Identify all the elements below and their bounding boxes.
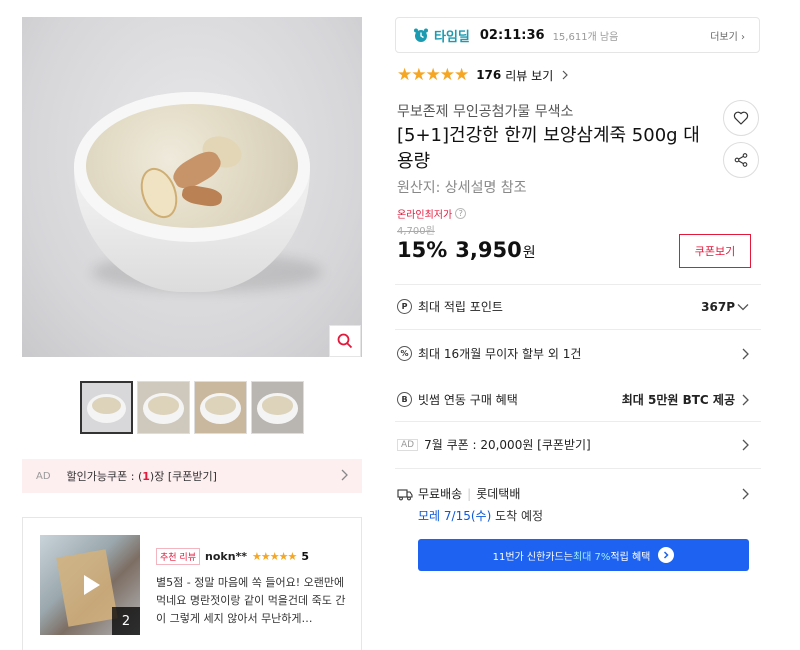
review-text: 별5점 - 정말 마음에 쏙 들어요! 오랜만에 먹네요 명란젓이랑 같이 먹을…: [156, 576, 346, 625]
lowest-price-label: 온라인최저가 ?: [397, 206, 467, 221]
bitcoin-icon: B: [397, 392, 412, 407]
lowest-price-text: 온라인최저가: [397, 210, 453, 221]
timedeal-countdown: 02:11:36: [479, 27, 545, 43]
chevron-right-icon: [562, 70, 568, 79]
share-icon: [734, 153, 748, 167]
delivery-suffix: 도착 예정: [491, 509, 544, 523]
chevron-down-icon: [737, 303, 749, 310]
btc-benefit-row[interactable]: B 빗썸 연동 구매 혜택 최대 5만원 BTC 제공: [397, 391, 757, 408]
installment-row[interactable]: % 최대 16개월 무이자 할부 외 1건: [397, 345, 757, 362]
btc-value: 최대 5만원 BTC 제공: [621, 393, 735, 407]
product-main-image[interactable]: [22, 17, 362, 357]
july-coupon-row[interactable]: AD 7월 쿠폰 : 20,000원 [쿠폰받기]: [397, 436, 757, 453]
review-username: nokn**: [204, 550, 248, 563]
product-subtitle: 무보존제 무인공첨가물 무색소: [397, 104, 574, 120]
question-icon[interactable]: ?: [455, 208, 467, 219]
chevron-right-icon: [742, 488, 749, 499]
original-price: 4,700원: [397, 226, 435, 237]
shipping-carrier: 롯데택배: [476, 487, 521, 501]
discount-rate: 15%: [397, 238, 448, 262]
separator: |: [467, 486, 472, 501]
view-coupon-button[interactable]: 쿠폰보기: [679, 234, 751, 268]
points-row[interactable]: P 최대 적립 포인트 367P: [397, 298, 757, 315]
chevron-right-icon: [742, 394, 749, 405]
thumbnail-strip: [80, 381, 304, 434]
coupon-prefix: 할인가능쿠폰 : (: [66, 470, 143, 483]
chevron-right-icon: [742, 439, 749, 450]
timedeal-label: 타임딜: [434, 29, 470, 45]
heart-icon: [733, 111, 749, 125]
chevron-right-icon: [742, 348, 749, 359]
shipping-row[interactable]: 무료배송 | 롯데택배: [397, 485, 757, 502]
arrow-circle-icon: [658, 547, 675, 563]
discount-coupon-banner[interactable]: AD 할인가능쿠폰 : (1)장 [쿠폰받기]: [22, 459, 362, 493]
review-body: 추천 리뷰 nokn** ★★★★★ 5 별5점 - 정말 마음에 쏙 들어요!…: [156, 548, 351, 628]
truck-icon: [397, 488, 413, 500]
card-banner-suffix: 적립 혜택: [610, 551, 651, 563]
rating-row: ★★★★★ 176 리뷰 보기: [397, 65, 569, 85]
card-banner-prefix: 11번가 신한카드는: [492, 551, 573, 563]
review-video-thumbnail[interactable]: 2: [40, 535, 140, 635]
percent-icon: %: [397, 346, 412, 361]
review-star-icons: ★★★★★: [252, 550, 297, 563]
points-icon: P: [397, 299, 412, 314]
magnifier-icon: [337, 333, 353, 349]
review-header: 추천 리뷰 nokn** ★★★★★ 5: [156, 548, 351, 565]
coupon-suffix: )장 [쿠폰받기]: [149, 470, 217, 483]
divider: [395, 329, 761, 330]
july-coupon-label: 7월 쿠폰 : 20,000원 [쿠폰받기]: [424, 438, 591, 452]
thumbnail-2[interactable]: [137, 381, 190, 434]
recommended-review-card[interactable]: 2 추천 리뷰 nokn** ★★★★★ 5 별5점 - 정말 마음에 쏙 들어…: [22, 517, 362, 650]
card-benefit-banner[interactable]: 11번가 신한카드는 최대 7% 적립 혜택: [418, 539, 749, 571]
timedeal-remaining: 15,611개 남음: [552, 31, 619, 43]
divider: [395, 421, 761, 422]
product-origin: 원산지: 상세설명 참조: [397, 180, 527, 196]
btc-label: 빗썸 연동 구매 혜택: [418, 393, 518, 407]
divider: [395, 468, 761, 469]
card-banner-highlight: 최대 7%: [572, 551, 611, 563]
zoom-button[interactable]: [329, 325, 361, 357]
product-title: [5+1]건강한 한끼 보양삼계죽 500g 대용량: [397, 125, 700, 172]
recommended-badge: 추천 리뷰: [156, 548, 200, 565]
timedeal-more-link[interactable]: 더보기 ›: [710, 28, 745, 43]
play-icon: [84, 575, 100, 595]
timedeal-bar: 타임딜 02:11:36 15,611개 남음 더보기 ›: [395, 17, 760, 53]
timedeal-more-label: 더보기: [710, 31, 738, 43]
sale-price: 3,950: [455, 238, 522, 262]
alarm-clock-icon: [414, 28, 428, 42]
points-label: 최대 적립 포인트: [418, 300, 503, 314]
delivery-date: 모레 7/15(수): [418, 509, 492, 523]
wishlist-button[interactable]: [723, 100, 759, 136]
installment-label: 최대 16개월 무이자 할부 외 1건: [418, 347, 582, 361]
image-count-badge: 2: [112, 607, 140, 635]
shipping-label: 무료배송: [418, 487, 463, 501]
delivery-estimate: 모레 7/15(수) 도착 예정: [418, 507, 543, 524]
rating-star-icons: ★★★★★: [397, 65, 469, 85]
review-score: 5: [301, 550, 309, 563]
thumbnail-1[interactable]: [80, 381, 133, 434]
ad-tag: AD: [397, 438, 419, 451]
ad-label: AD: [36, 470, 51, 482]
divider: [395, 284, 761, 285]
review-link[interactable]: 리뷰 보기: [505, 67, 569, 84]
points-value: 367P: [701, 299, 735, 314]
coupon-count: 1: [142, 469, 150, 483]
price-row: 15% 3,950 원: [397, 238, 536, 262]
thumbnail-4[interactable]: [251, 381, 304, 434]
share-button[interactable]: [723, 142, 759, 178]
review-link-label: 리뷰 보기: [505, 68, 554, 83]
thumbnail-3[interactable]: [194, 381, 247, 434]
review-count: 176: [476, 68, 502, 82]
price-unit: 원: [522, 245, 536, 261]
chevron-right-icon: [341, 469, 348, 481]
